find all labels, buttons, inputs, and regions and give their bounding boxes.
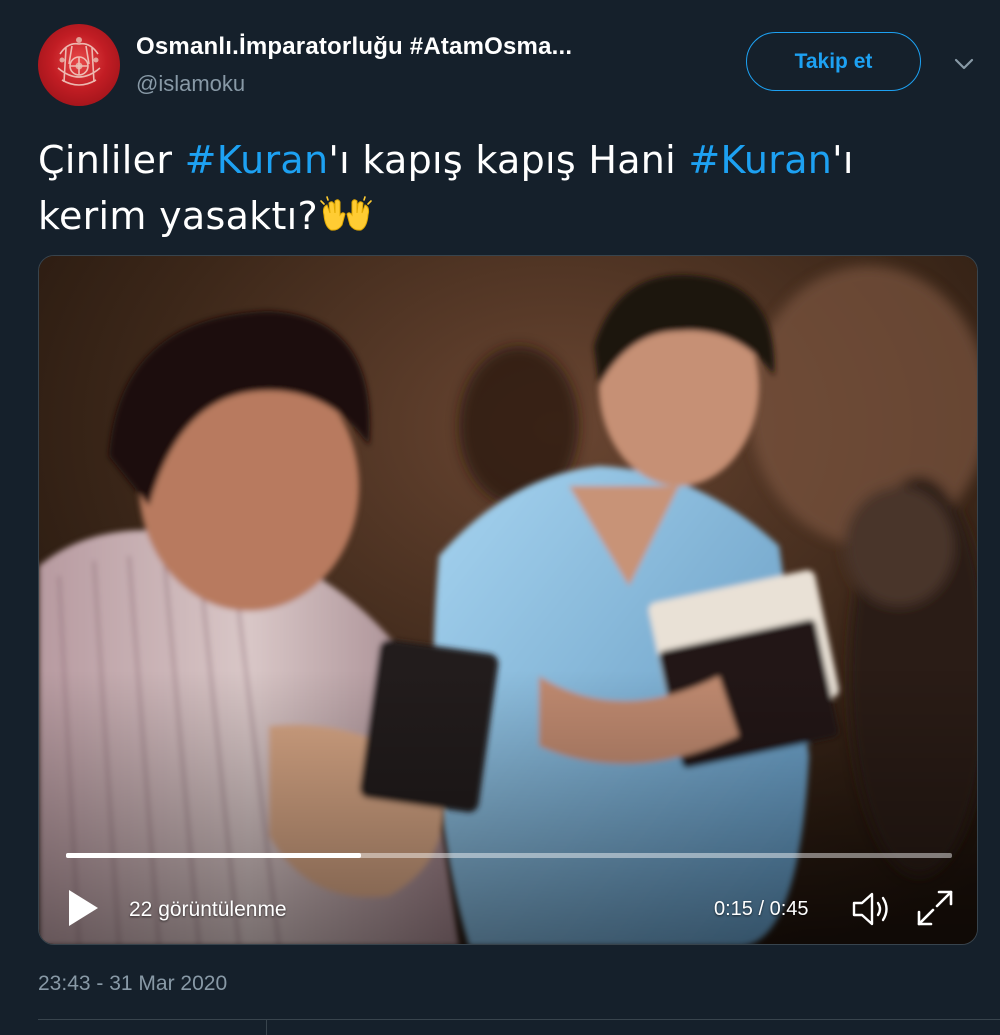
tweet-text: Çinliler #Kuran'ı kapış kapış Hani #Kura…	[38, 132, 968, 244]
ottoman-coat-of-arms-icon	[57, 37, 101, 86]
tweet-timestamp[interactable]: 23:43 - 31 Mar 2020	[38, 972, 227, 996]
avatar[interactable]	[38, 24, 120, 106]
volume-icon[interactable]	[851, 890, 893, 928]
author-handle[interactable]: @islamoku	[136, 71, 245, 97]
hashtag-link[interactable]: #Kuran	[688, 138, 832, 182]
play-icon[interactable]	[67, 888, 101, 928]
raising-hands-emoji	[320, 196, 372, 231]
author-display-name[interactable]: Osmanlı.İmparatorluğu #AtamOsma...	[136, 33, 572, 61]
video-frame	[39, 256, 977, 944]
video-player[interactable]: 22 görüntülenme 0:15 / 0:45	[38, 255, 978, 945]
hashtag-link[interactable]: #Kuran	[185, 138, 329, 182]
video-time: 0:15 / 0:45	[714, 898, 809, 920]
divider	[266, 1020, 267, 1035]
tweet-text-segment: Çinliler	[38, 138, 185, 182]
fullscreen-icon[interactable]	[915, 888, 955, 928]
video-progress-bar[interactable]	[66, 853, 952, 858]
view-count: 22 görüntülenme	[129, 898, 287, 921]
follow-button[interactable]: Takip et	[746, 32, 921, 91]
divider	[38, 1019, 1000, 1020]
video-progress-fill	[66, 853, 362, 858]
tweet-text-segment: 'ı kapış kapış Hani	[328, 138, 689, 182]
chevron-down-icon[interactable]	[952, 52, 976, 76]
tweet-header: Osmanlı.İmparatorluğu #AtamOsma... @isla…	[38, 24, 983, 108]
